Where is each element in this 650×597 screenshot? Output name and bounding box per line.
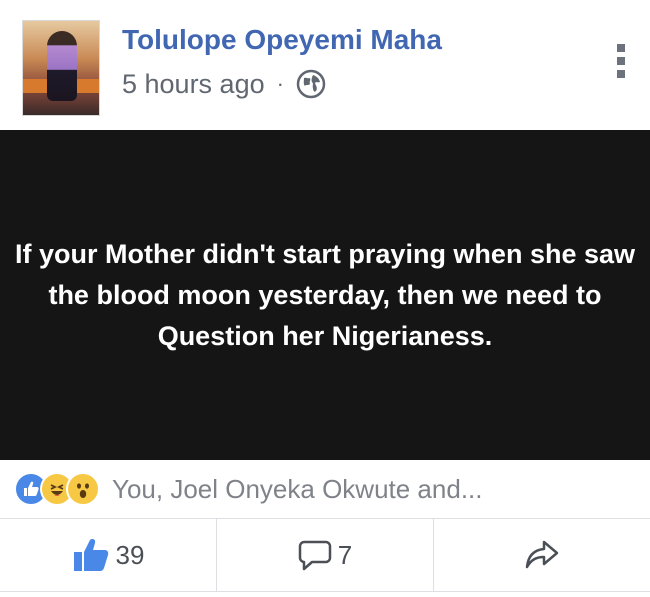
like-count: 39 bbox=[115, 539, 145, 570]
post-text-card[interactable]: If your Mother didn't start praying when… bbox=[0, 130, 650, 460]
reaction-icons bbox=[14, 472, 100, 506]
action-bar: 39 7 bbox=[0, 519, 650, 592]
more-options-dot bbox=[617, 44, 625, 52]
reaction-names[interactable]: You, Joel Onyeka Okwute and... bbox=[112, 474, 483, 505]
post-header: Tolulope Opeyemi Maha 5 hours ago · bbox=[0, 0, 650, 130]
post-timestamp[interactable]: 5 hours ago bbox=[122, 69, 265, 100]
avatar-figure bbox=[47, 31, 77, 101]
reactions-summary[interactable]: You, Joel Onyeka Okwute and... bbox=[0, 460, 650, 519]
thumbs-up-icon bbox=[73, 539, 108, 571]
more-options-dot bbox=[617, 70, 625, 78]
comment-icon bbox=[298, 540, 332, 571]
post-text: If your Mother didn't start praying when… bbox=[15, 238, 635, 351]
wow-reaction-icon bbox=[66, 472, 100, 506]
author-name[interactable]: Tolulope Opeyemi Maha bbox=[122, 24, 442, 56]
share-icon bbox=[525, 540, 559, 569]
like-button[interactable]: 39 bbox=[0, 519, 216, 591]
share-button[interactable] bbox=[433, 519, 650, 591]
avatar[interactable] bbox=[22, 20, 100, 116]
comment-button[interactable]: 7 bbox=[216, 519, 433, 591]
comment-count: 7 bbox=[337, 539, 353, 570]
more-options-icon[interactable] bbox=[614, 44, 628, 78]
post-meta: 5 hours ago · bbox=[122, 66, 326, 102]
more-options-dot bbox=[617, 57, 625, 65]
globe-icon[interactable] bbox=[296, 69, 326, 99]
meta-separator: · bbox=[276, 71, 284, 96]
